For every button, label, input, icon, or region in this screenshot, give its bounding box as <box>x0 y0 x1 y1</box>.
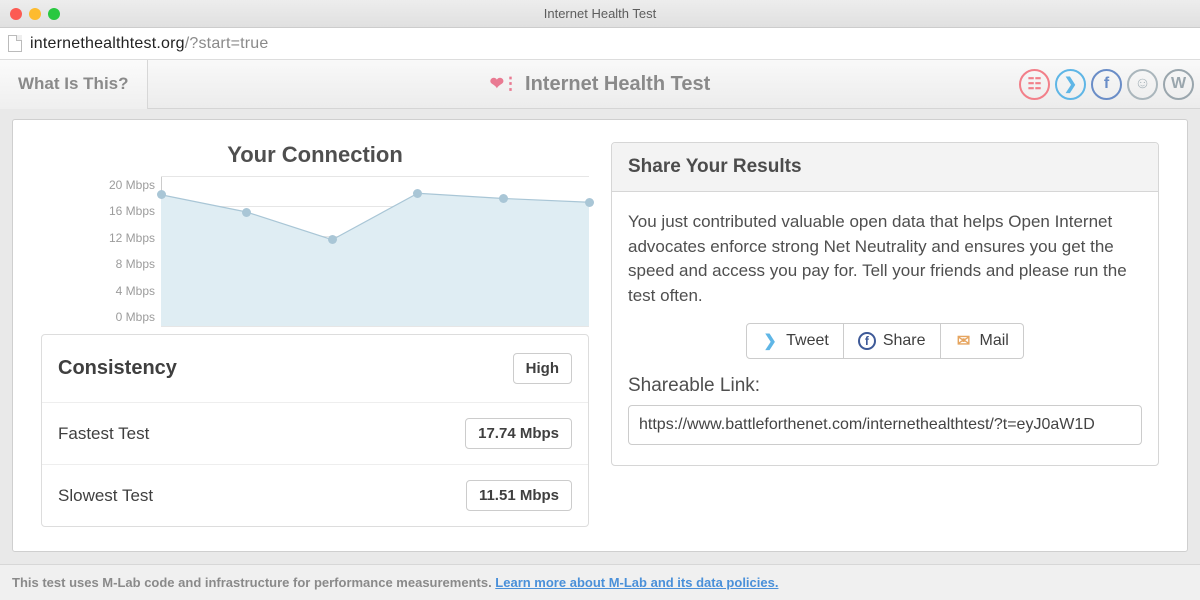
chart-point <box>499 194 508 203</box>
window-title: Internet Health Test <box>544 6 657 21</box>
facebook-f-icon: f <box>858 332 876 350</box>
right-column: Share Your Results You just contributed … <box>611 142 1159 527</box>
tweet-button[interactable]: ❯ Tweet <box>746 323 844 359</box>
row-fastest: Fastest Test 17.74 Mbps <box>42 402 588 464</box>
consistency-badge: High <box>513 353 572 384</box>
shareable-link-input[interactable] <box>628 405 1142 445</box>
tab-label: What Is This? <box>18 74 129 94</box>
chart-point <box>242 208 251 217</box>
share-title: Share Your Results <box>612 143 1158 192</box>
y-tick-label: 4 Mbps <box>116 284 155 298</box>
brand-text: Internet Health Test <box>525 73 710 96</box>
fastest-label: Fastest Test <box>58 424 149 444</box>
url-path: /?start=true <box>185 35 269 52</box>
speed-chart <box>161 176 589 326</box>
left-column: Your Connection 20 Mbps 16 Mbps 12 Mbps 8 M… <box>41 142 589 527</box>
chart-point <box>585 198 594 207</box>
close-window-button[interactable] <box>10 8 22 20</box>
row-consistency: Consistency High <box>42 335 588 402</box>
chart-point <box>413 189 422 198</box>
social-links: ☷ ❯ f ☺ W <box>1019 69 1194 100</box>
url-text: internethealthtest.org/?start=true <box>30 35 269 53</box>
y-tick-label: 16 Mbps <box>109 204 155 218</box>
fastest-badge: 17.74 Mbps <box>465 418 572 449</box>
chart-point <box>157 190 166 199</box>
page-icon <box>8 35 22 52</box>
slowest-label: Slowest Test <box>58 486 153 506</box>
url-host: internethealthtest.org <box>30 35 185 52</box>
window-title-bar: Internet Health Test <box>0 0 1200 28</box>
brand-title: ❤︎⋮ Internet Health Test <box>490 73 710 96</box>
y-tick-label: 0 Mbps <box>116 310 155 324</box>
main-content: Your Connection 20 Mbps 16 Mbps 12 Mbps 8 M… <box>0 109 1200 564</box>
chart-point <box>328 235 337 244</box>
wordpress-icon[interactable]: W <box>1163 69 1194 100</box>
consistency-label: Consistency <box>58 357 177 380</box>
share-panel: Share Your Results You just contributed … <box>611 142 1159 466</box>
footer-text: This test uses M-Lab code and infrastruc… <box>12 575 495 590</box>
minimize-window-button[interactable] <box>29 8 41 20</box>
calendar-icon[interactable]: ☷ <box>1019 69 1050 100</box>
address-bar[interactable]: internethealthtest.org/?start=true <box>0 28 1200 60</box>
zoom-window-button[interactable] <box>48 8 60 20</box>
tab-what-is-this[interactable]: What Is This? <box>0 60 148 109</box>
facebook-icon[interactable]: f <box>1091 69 1122 100</box>
footer: This test uses M-Lab code and infrastruc… <box>0 564 1200 600</box>
row-slowest: Slowest Test 11.51 Mbps <box>42 464 588 526</box>
mlab-policies-link[interactable]: Learn more about M-Lab and its data poli… <box>495 575 778 590</box>
mail-label: Mail <box>980 332 1009 350</box>
chart-y-labels: 20 Mbps 16 Mbps 12 Mbps 8 Mbps 4 Mbps 0 Mbps <box>41 176 161 326</box>
reddit-icon[interactable]: ☺ <box>1127 69 1158 100</box>
chart-container: 20 Mbps 16 Mbps 12 Mbps 8 Mbps 4 Mbps 0 Mbps <box>41 176 589 326</box>
share-text: You just contributed valuable open data … <box>628 210 1142 309</box>
mail-button[interactable]: ✉ Mail <box>941 323 1024 359</box>
connection-title: Your Connection <box>41 142 589 168</box>
tweet-label: Tweet <box>786 332 829 350</box>
results-card: Your Connection 20 Mbps 16 Mbps 12 Mbps 8 M… <box>12 119 1188 552</box>
y-tick-label: 20 Mbps <box>109 178 155 192</box>
shareable-link-label: Shareable Link: <box>628 375 1142 397</box>
slowest-badge: 11.51 Mbps <box>466 480 572 511</box>
twitter-bird-icon: ❯ <box>761 332 779 350</box>
stats-table: Consistency High Fastest Test 17.74 Mbps… <box>41 334 589 527</box>
heart-network-icon: ❤︎⋮ <box>490 74 517 94</box>
share-buttons: ❯ Tweet f Share ✉ Mail <box>628 323 1142 359</box>
share-button[interactable]: f Share <box>844 323 941 359</box>
y-tick-label: 12 Mbps <box>109 231 155 245</box>
y-tick-label: 8 Mbps <box>116 257 155 271</box>
app-toolbar: What Is This? ❤︎⋮ Internet Health Test ☷… <box>0 60 1200 109</box>
twitter-icon[interactable]: ❯ <box>1055 69 1086 100</box>
mail-icon: ✉ <box>955 332 973 350</box>
share-label: Share <box>883 332 926 350</box>
